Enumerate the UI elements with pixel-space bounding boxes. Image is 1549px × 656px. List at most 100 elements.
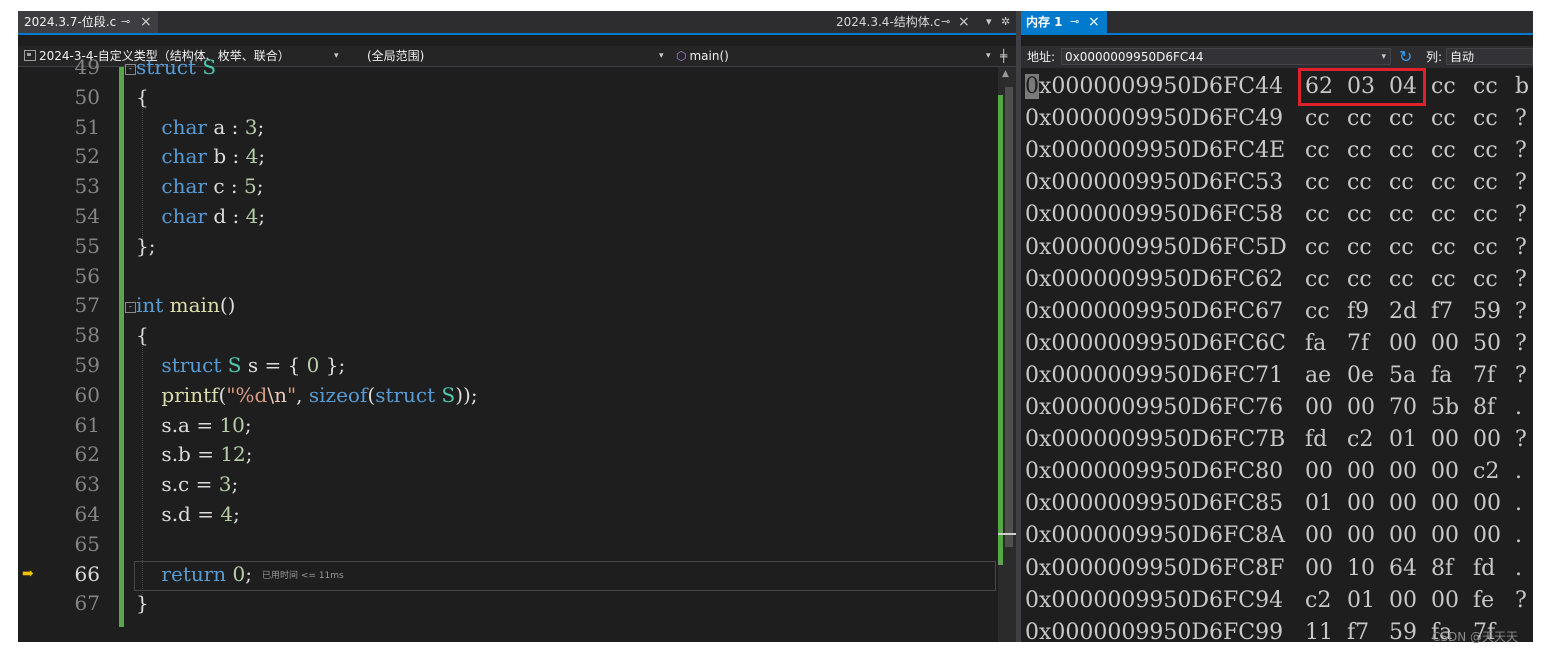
memory-byte[interactable]: 59 bbox=[1389, 617, 1431, 642]
memory-row[interactable]: 0x0000009950D6FC53 cc cc cc cc cc? bbox=[1025, 167, 1533, 199]
tab-active-file[interactable]: 2024.3.7-位段.c ⊸ × bbox=[18, 11, 158, 33]
memory-byte[interactable]: 00 bbox=[1431, 585, 1473, 617]
memory-row[interactable]: 0x0000009950D6FC7B fd c2 01 00 00? bbox=[1025, 424, 1533, 456]
tab-list-dropdown-icon[interactable]: ▾ bbox=[986, 11, 992, 33]
memory-byte[interactable]: f7 bbox=[1431, 296, 1473, 328]
tab-memory-1[interactable]: 内存 1 ⊸ × bbox=[1021, 11, 1107, 33]
memory-byte[interactable]: 00 bbox=[1389, 488, 1431, 520]
memory-byte[interactable]: 00 bbox=[1473, 520, 1515, 552]
function-scope-dropdown[interactable]: ⬡ main() ▾ bbox=[676, 46, 996, 66]
address-input[interactable]: 0x0000009950D6FC44 ▾ bbox=[1061, 48, 1391, 65]
memory-row[interactable]: 0x0000009950D6FC94 c2 01 00 00 fe? bbox=[1025, 585, 1533, 617]
memory-byte[interactable]: cc bbox=[1473, 232, 1515, 264]
memory-byte[interactable]: 00 bbox=[1473, 488, 1515, 520]
memory-byte[interactable]: cc bbox=[1347, 232, 1389, 264]
memory-byte[interactable]: cc bbox=[1431, 232, 1473, 264]
memory-row[interactable]: 0x0000009950D6FC58 cc cc cc cc cc? bbox=[1025, 199, 1533, 231]
memory-byte[interactable]: 2d bbox=[1389, 296, 1431, 328]
code-line[interactable]: char a : 3; bbox=[136, 115, 264, 139]
code-line[interactable]: }; bbox=[136, 234, 155, 258]
memory-byte[interactable]: 5b bbox=[1431, 392, 1473, 424]
memory-byte[interactable]: cc bbox=[1431, 167, 1473, 199]
memory-byte[interactable]: ae bbox=[1305, 360, 1347, 392]
memory-byte[interactable]: 00 bbox=[1431, 424, 1473, 456]
memory-row[interactable]: 0x0000009950D6FC4E cc cc cc cc cc? bbox=[1025, 135, 1533, 167]
memory-byte[interactable]: fd bbox=[1473, 553, 1515, 585]
memory-byte[interactable]: cc bbox=[1347, 264, 1389, 296]
memory-byte[interactable]: 00 bbox=[1389, 456, 1431, 488]
memory-byte[interactable]: 5a bbox=[1389, 360, 1431, 392]
code-line[interactable]: s.d = 4; bbox=[136, 502, 239, 526]
code-line[interactable]: { bbox=[136, 323, 149, 347]
memory-byte[interactable]: fa bbox=[1431, 360, 1473, 392]
memory-byte[interactable]: 64 bbox=[1389, 553, 1431, 585]
memory-row[interactable]: 0x0000009950D6FC85 01 00 00 00 00. bbox=[1025, 488, 1533, 520]
code-line[interactable]: { bbox=[136, 85, 149, 109]
memory-byte[interactable]: fa bbox=[1305, 328, 1347, 360]
memory-byte[interactable]: 01 bbox=[1389, 424, 1431, 456]
code-line[interactable]: s.c = 3; bbox=[136, 472, 238, 496]
memory-byte[interactable]: cc bbox=[1473, 167, 1515, 199]
memory-byte[interactable]: cc bbox=[1347, 167, 1389, 199]
code-text-area[interactable]: 49- struct S 50{51 char a : 3; 52 char b : … bbox=[18, 55, 998, 642]
columns-select[interactable]: 自动 bbox=[1446, 48, 1533, 65]
memory-row[interactable]: 0x0000009950D6FC49 cc cc cc cc cc? bbox=[1025, 103, 1533, 135]
memory-byte[interactable]: c2 bbox=[1305, 585, 1347, 617]
memory-byte[interactable]: 10 bbox=[1347, 553, 1389, 585]
memory-byte[interactable]: cc bbox=[1305, 232, 1347, 264]
memory-byte[interactable]: 59 bbox=[1473, 296, 1515, 328]
collapse-icon[interactable]: - bbox=[125, 302, 136, 314]
memory-byte[interactable]: cc bbox=[1473, 264, 1515, 296]
memory-byte[interactable]: 00 bbox=[1431, 456, 1473, 488]
memory-byte[interactable]: cc bbox=[1473, 103, 1515, 135]
memory-byte[interactable]: cc bbox=[1305, 103, 1347, 135]
memory-row[interactable]: 0x0000009950D6FC80 00 00 00 00 c2. bbox=[1025, 456, 1533, 488]
memory-byte[interactable]: cc bbox=[1431, 199, 1473, 231]
memory-row[interactable]: 0x0000009950D6FC67 cc f9 2d f7 59? bbox=[1025, 296, 1533, 328]
memory-byte[interactable]: 8f bbox=[1431, 553, 1473, 585]
memory-byte[interactable]: 8f bbox=[1473, 392, 1515, 424]
memory-byte[interactable]: 00 bbox=[1473, 424, 1515, 456]
code-line[interactable]: s.b = 12; bbox=[136, 442, 252, 466]
memory-byte[interactable]: cc bbox=[1389, 103, 1431, 135]
split-editor-icon[interactable]: ╪ bbox=[1000, 46, 1007, 66]
memory-byte[interactable]: 70 bbox=[1389, 392, 1431, 424]
memory-byte[interactable]: 7f bbox=[1473, 360, 1515, 392]
pin-icon[interactable]: ⊸ bbox=[121, 11, 130, 33]
code-line[interactable]: printf("%d\n", sizeof(struct S)); bbox=[136, 383, 477, 407]
memory-byte[interactable]: 0e bbox=[1347, 360, 1389, 392]
memory-byte[interactable]: cc bbox=[1347, 135, 1389, 167]
memory-byte[interactable]: cc bbox=[1473, 135, 1515, 167]
memory-byte[interactable]: cc bbox=[1347, 103, 1389, 135]
memory-byte[interactable]: c2 bbox=[1473, 456, 1515, 488]
code-line[interactable]: return 0; 已用时间 <= 11ms bbox=[136, 562, 344, 586]
memory-byte[interactable]: 00 bbox=[1431, 520, 1473, 552]
close-icon[interactable]: × bbox=[1088, 11, 1100, 33]
memory-byte[interactable]: fe bbox=[1473, 585, 1515, 617]
code-line[interactable]: char d : 4; bbox=[136, 204, 265, 228]
memory-row[interactable]: 0x0000009950D6FC71 ae 0e 5a fa 7f? bbox=[1025, 360, 1533, 392]
memory-byte[interactable]: cc bbox=[1389, 135, 1431, 167]
code-line[interactable]: char b : 4; bbox=[136, 144, 265, 168]
tab-other-file[interactable]: 2024.3.4-结构体.c ⊸ × bbox=[830, 11, 988, 33]
vertical-scrollbar[interactable]: ▲ bbox=[998, 67, 1016, 642]
memory-byte[interactable]: 11 bbox=[1305, 617, 1347, 642]
pin-icon[interactable]: ⊸ bbox=[1070, 11, 1079, 33]
collapse-icon[interactable]: - bbox=[125, 64, 136, 75]
memory-byte[interactable]: cc bbox=[1305, 199, 1347, 231]
code-line[interactable]: s.a = 10; bbox=[136, 413, 251, 437]
code-line[interactable]: struct S bbox=[136, 55, 216, 79]
memory-byte[interactable]: 00 bbox=[1305, 392, 1347, 424]
memory-byte[interactable]: 00 bbox=[1305, 553, 1347, 585]
memory-byte[interactable]: cc bbox=[1389, 167, 1431, 199]
memory-byte[interactable]: 00 bbox=[1347, 520, 1389, 552]
memory-byte[interactable]: cc bbox=[1305, 264, 1347, 296]
memory-byte[interactable]: 00 bbox=[1347, 488, 1389, 520]
memory-byte[interactable]: 00 bbox=[1347, 456, 1389, 488]
memory-byte[interactable]: cc bbox=[1389, 232, 1431, 264]
memory-row[interactable]: 0x0000009950D6FC8F 00 10 64 8f fd. bbox=[1025, 553, 1533, 585]
perf-tip[interactable]: 已用时间 <= 11ms bbox=[262, 571, 344, 581]
memory-byte[interactable]: cc bbox=[1431, 135, 1473, 167]
memory-row[interactable]: 0x0000009950D6FC6C fa 7f 00 00 50? bbox=[1025, 328, 1533, 360]
gear-icon[interactable]: ✲ bbox=[1001, 11, 1010, 33]
